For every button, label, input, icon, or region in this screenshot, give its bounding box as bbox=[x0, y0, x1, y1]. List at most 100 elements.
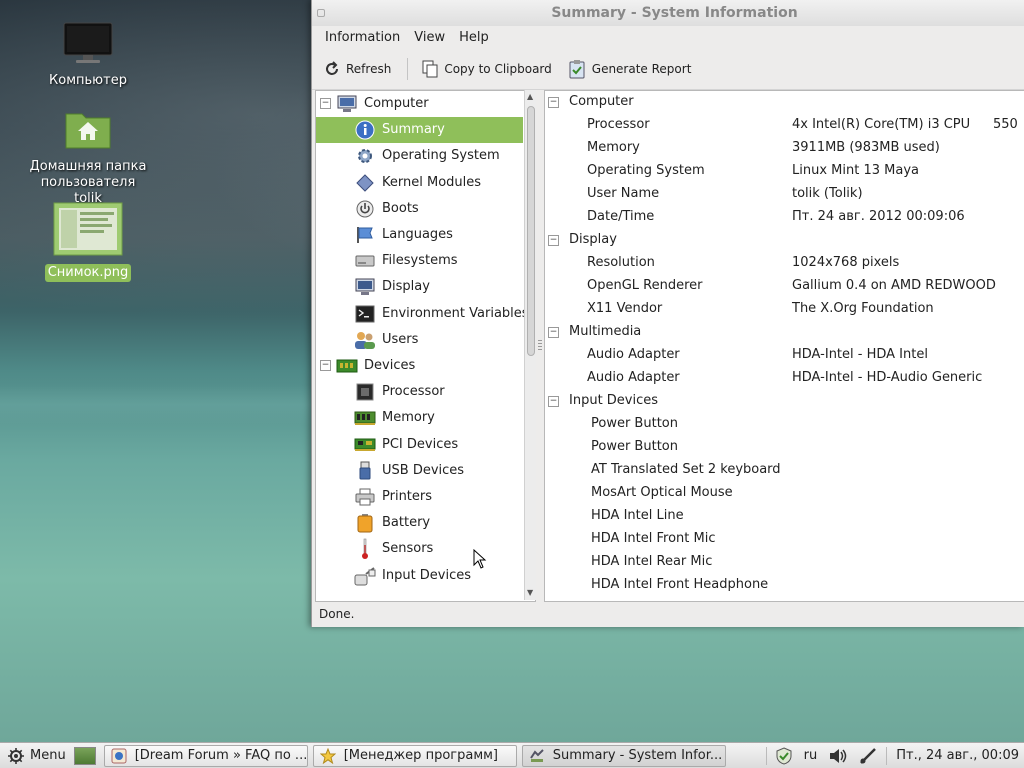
section-collapse-icon[interactable]: − bbox=[548, 97, 559, 108]
tree-item-operating-system[interactable]: Operating System bbox=[316, 143, 523, 169]
tree-item-languages[interactable]: Languages bbox=[316, 222, 523, 248]
detail-key: Power Button bbox=[591, 439, 678, 454]
detail-row[interactable]: X11 Vendor The X.Org Foundation bbox=[545, 298, 1024, 321]
detail-key: HDA Intel Front Headphone bbox=[591, 577, 769, 592]
detail-row[interactable]: OpenGL Renderer Gallium 0.4 on AMD REDWOO… bbox=[545, 275, 1024, 298]
tree-item-label: PCI Devices bbox=[382, 436, 459, 452]
section-label: Input Devices bbox=[569, 393, 659, 408]
scroll-down-icon[interactable]: ▼ bbox=[527, 588, 533, 597]
detail-row[interactable]: Processor 4x Intel(R) Core(TM) i3 CPU 550 bbox=[545, 114, 1024, 137]
tree-item-label: Operating System bbox=[382, 148, 500, 164]
volume-icon[interactable] bbox=[829, 748, 847, 764]
tree-item-kernel-modules[interactable]: Kernel Modules bbox=[316, 170, 523, 196]
network-icon[interactable] bbox=[859, 747, 877, 765]
desktop-icon-screenshot[interactable]: Снимок.png bbox=[33, 202, 143, 282]
tree-item-usb-devices[interactable]: USB Devices bbox=[316, 458, 523, 484]
detail-row[interactable]: Audio Adapter HDA-Intel - HDA Intel bbox=[545, 344, 1024, 367]
tree-item-label: Languages bbox=[382, 227, 453, 242]
taskbar-item-software-manager[interactable]: [Менеджер программ] bbox=[312, 744, 517, 767]
tree-item-summary[interactable]: Summary bbox=[316, 117, 523, 144]
monitor-icon bbox=[354, 276, 376, 298]
scroll-up-icon[interactable]: ▲ bbox=[527, 92, 533, 101]
detail-row[interactable]: Audio Adapter HDA-Intel - HD-Audio Generi… bbox=[545, 367, 1024, 390]
power-icon bbox=[354, 198, 376, 220]
taskbar-item-system-information[interactable]: Summary - System Infor... bbox=[521, 744, 726, 767]
copy-to-clipboard-button[interactable]: Copy to Clipboard bbox=[422, 60, 552, 78]
section-collapse-icon[interactable]: − bbox=[548, 235, 559, 246]
report-icon bbox=[568, 59, 586, 79]
sysinfo-icon bbox=[529, 748, 545, 764]
clock[interactable]: Пт., 24 авг., 00:09 bbox=[890, 748, 1024, 763]
detail-row[interactable]: HDA Intel Rear Mic bbox=[545, 551, 1024, 574]
tree-scrollbar-thumb[interactable] bbox=[527, 106, 535, 356]
start-menu-button[interactable]: Menu bbox=[0, 744, 74, 768]
tree-item-input-devices[interactable]: Input Devices bbox=[316, 563, 523, 589]
menu-information[interactable]: Information bbox=[318, 30, 407, 45]
tree-item-printers[interactable]: Printers bbox=[316, 484, 523, 510]
tree-item-computer[interactable]: − Computer bbox=[316, 91, 523, 117]
gear-icon bbox=[354, 145, 376, 167]
drive-icon bbox=[354, 250, 376, 272]
tree-item-environment-variables[interactable]: Environment Variables bbox=[316, 301, 529, 327]
detail-row[interactable]: Date/Time Пт. 24 авг. 2012 00:09:06 bbox=[545, 206, 1024, 229]
detail-section-input-devices[interactable]: − Input Devices bbox=[545, 390, 1024, 413]
tree-item-devices[interactable]: − Devices bbox=[316, 353, 523, 379]
detail-section-computer[interactable]: − Computer bbox=[545, 91, 1024, 114]
terminal-icon bbox=[354, 303, 376, 325]
detail-row[interactable]: HDA Intel Front Headphone bbox=[545, 574, 1024, 597]
gear-icon bbox=[8, 747, 24, 764]
window-title: Summary - System Information bbox=[551, 5, 798, 21]
window-menu-icon[interactable] bbox=[317, 9, 325, 17]
generate-report-button[interactable]: Generate Report bbox=[568, 59, 691, 79]
detail-row[interactable]: Memory 3911MB (983MB used) bbox=[545, 137, 1024, 160]
detail-key: Audio Adapter bbox=[587, 370, 680, 385]
users-icon bbox=[354, 329, 376, 351]
detail-value: tolik (Tolik) bbox=[792, 186, 863, 201]
refresh-button[interactable]: Refresh bbox=[324, 60, 391, 77]
detail-row[interactable]: HDA Intel Front Mic bbox=[545, 528, 1024, 551]
tree-item-filesystems[interactable]: Filesystems bbox=[316, 248, 523, 274]
content-panes: − Computer Summary Operating System Kernel M… bbox=[315, 90, 1024, 602]
star-icon bbox=[319, 747, 336, 764]
category-tree[interactable]: − Computer Summary Operating System Kernel M… bbox=[315, 90, 536, 602]
menu-view[interactable]: View bbox=[407, 30, 452, 45]
detail-row[interactable]: Resolution 1024x768 pixels bbox=[545, 252, 1024, 275]
section-label: Display bbox=[569, 232, 617, 247]
tree-item-display[interactable]: Display bbox=[316, 274, 523, 300]
window-titlebar[interactable]: Summary - System Information bbox=[312, 0, 1024, 26]
tree-item-label: Input Devices bbox=[382, 567, 472, 583]
detail-row[interactable]: AT Translated Set 2 keyboard bbox=[545, 459, 1024, 482]
tree-collapse-icon[interactable]: − bbox=[320, 360, 331, 371]
tree-item-users[interactable]: Users bbox=[316, 327, 523, 353]
desktop-icon-computer[interactable]: Компьютер bbox=[23, 22, 153, 90]
detail-row[interactable]: Operating System Linux Mint 13 Maya bbox=[545, 160, 1024, 183]
desktop-icon-home[interactable]: Домашняя папка пользователя tolik bbox=[23, 108, 153, 208]
tree-item-sensors[interactable]: Sensors bbox=[316, 536, 523, 562]
taskbar-item-browser[interactable]: [Dream Forum » FAQ по ... bbox=[103, 744, 308, 767]
tree-item-boots[interactable]: Boots bbox=[316, 196, 523, 222]
tree-item-label: Processor bbox=[382, 384, 445, 400]
tree-item-memory[interactable]: Memory bbox=[316, 405, 523, 431]
detail-value: 1024x768 pixels bbox=[792, 255, 900, 270]
detail-row[interactable]: Power Button bbox=[545, 413, 1024, 436]
tree-scrollbar[interactable]: ▲ ▼ bbox=[524, 90, 536, 600]
tree-collapse-icon[interactable]: − bbox=[320, 98, 331, 109]
detail-key: Operating System bbox=[587, 163, 705, 178]
detail-row[interactable]: Power Button bbox=[545, 436, 1024, 459]
keyboard-layout-indicator[interactable]: ru bbox=[804, 748, 818, 763]
section-collapse-icon[interactable]: − bbox=[548, 327, 559, 338]
tree-item-pci-devices[interactable]: PCI Devices bbox=[316, 432, 523, 458]
detail-row[interactable]: User Name tolik (Tolik) bbox=[545, 183, 1024, 206]
show-desktop-icon[interactable] bbox=[73, 746, 96, 765]
detail-value-extra: 550 bbox=[993, 117, 1018, 132]
detail-section-multimedia[interactable]: − Multimedia bbox=[545, 321, 1024, 344]
menu-help[interactable]: Help bbox=[452, 30, 496, 45]
tree-item-processor[interactable]: Processor bbox=[316, 379, 523, 405]
detail-row[interactable]: MosArt Optical Mouse bbox=[545, 482, 1024, 505]
tree-item-battery[interactable]: Battery bbox=[316, 510, 523, 536]
detail-row[interactable]: HDA Intel Line bbox=[545, 505, 1024, 528]
pane-splitter[interactable] bbox=[537, 90, 543, 602]
update-manager-shield-icon[interactable] bbox=[776, 746, 792, 765]
detail-section-display[interactable]: − Display bbox=[545, 229, 1024, 252]
section-collapse-icon[interactable]: − bbox=[548, 396, 559, 407]
